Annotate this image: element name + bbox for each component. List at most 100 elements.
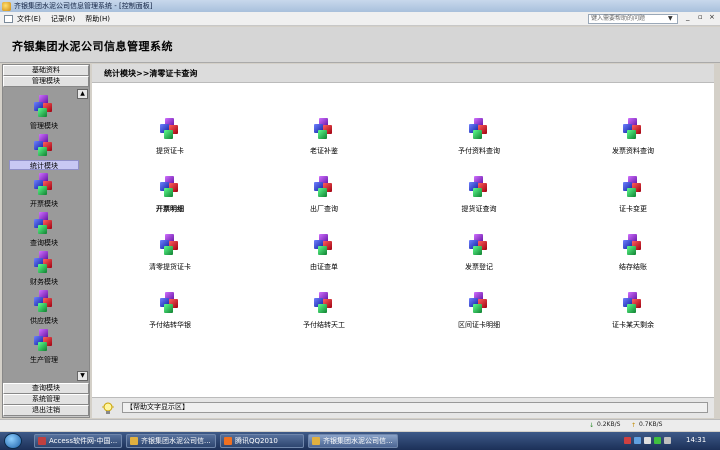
tray-icon[interactable] [634,437,641,444]
tray-icon[interactable] [644,437,651,444]
function-label: 证卡变更 [619,205,647,213]
function-icon [469,292,489,313]
nav-module-query[interactable]: 查询模块 [9,212,79,250]
function-label: 发票登记 [465,263,493,271]
function-icon [160,234,180,255]
function-icon [160,292,180,313]
download-speed: 0.2KB/S [597,421,621,428]
function-label: 开票明细 [156,205,184,213]
function-item[interactable]: 提货证查询 [419,176,539,218]
function-icon [469,176,489,197]
help-search-input[interactable]: 键入需要帮助的问题 [588,14,678,24]
nav-module-supply[interactable]: 供应模块 [9,290,79,328]
function-item[interactable]: 结存结账 [573,234,693,276]
help-bar: 【帮助文字显示区】 [92,397,714,418]
restore-button[interactable]: ▫ [698,13,703,21]
function-icon [160,176,180,197]
nav-basic-data[interactable]: 基础资料 [3,65,89,76]
function-icon [314,176,334,197]
upload-speed: 0.7KB/S [639,421,663,428]
task-qq[interactable]: 腾讯QQ2010 [220,434,304,448]
nav-module-management[interactable]: 管理模块 [9,95,79,133]
function-grid: 提货证卡 老证补鉴 予付资料查询 发票资料查询开票明细 出厂查询 提货证查询 证卡变更清零提… [92,84,714,394]
chevron-down-icon[interactable]: ▼ [668,15,673,22]
menu-bar: 文件(E) 记录(R) 帮助(H) 键入需要帮助的问题 ▼ _ ▫ × [0,12,720,26]
function-item[interactable]: 予付结转华银 [110,292,230,334]
nav-logout[interactable]: 退出注销 [3,405,89,416]
close-button[interactable]: × [709,13,715,21]
volume-icon[interactable] [664,437,671,444]
main-panel: 统计模块>>清零证卡查询 提货证卡 老证补鉴 予付资料查询 发票资料查询 开票明细 出厂查… [92,64,714,418]
function-icon [469,234,489,255]
menu-record[interactable]: 记录(R) [51,14,75,24]
function-label: 由证查单 [310,263,338,271]
function-item[interactable]: 老证补鉴 [264,118,384,160]
module-icon [33,329,55,351]
module-label: 生产管理 [30,356,58,364]
app-title: 齐银集团水泥公司信息管理系统 [12,40,173,53]
nav-management[interactable]: 管理模块 [3,76,89,87]
function-label: 发票资料查询 [612,147,654,155]
function-icon [623,234,643,255]
task-info-system-1[interactable]: 齐银集团水泥公司信... [126,434,216,448]
minimize-button[interactable]: _ [686,13,690,21]
module-icon [33,212,55,234]
function-item[interactable]: 提货证卡 [110,118,230,160]
function-item[interactable]: 予付结转天工 [264,292,384,334]
module-label: 管理模块 [30,122,58,130]
module-label: 财务模块 [30,278,58,286]
function-icon [314,234,334,255]
menu-help[interactable]: 帮助(H) [85,14,110,24]
help-text-area: 【帮助文字显示区】 [122,402,708,413]
function-icon [314,292,334,313]
nav-module-production[interactable]: 生产管理 [9,329,79,367]
function-item[interactable]: 予付资料查询 [419,118,539,160]
function-item[interactable]: 区间证卡明细 [419,292,539,334]
module-label: 开票模块 [30,200,58,208]
function-label: 提货证查询 [461,205,497,213]
task-access-forum[interactable]: Access软件网-中国... [34,434,122,448]
module-label: 统计模块 [9,160,79,170]
function-icon [623,176,643,197]
function-item[interactable]: 出厂查询 [264,176,384,218]
nav-module-finance[interactable]: 财务模块 [9,251,79,289]
function-label: 予付结转天工 [303,321,345,329]
function-label: 出厂查询 [310,205,338,213]
start-button[interactable] [4,433,22,449]
nav-query[interactable]: 查询模块 [3,383,89,394]
module-icon [33,173,55,195]
menu-file[interactable]: 文件(E) [17,14,41,24]
nav-module-statistics[interactable]: 统计模块 [9,134,79,172]
task-info-system-2[interactable]: 齐银集团水泥公司信... [308,434,398,448]
function-icon [160,118,180,139]
nav-module-invoicing[interactable]: 开票模块 [9,173,79,211]
function-item[interactable]: 证卡变更 [573,176,693,218]
module-icon [33,134,55,156]
app-header: 齐银集团水泥公司信息管理系统 [0,27,720,63]
scroll-down-button[interactable]: ▼ [77,371,88,381]
function-item[interactable]: 证卡某天剩余 [573,292,693,334]
function-icon [623,118,643,139]
status-strip: ↓ 0.2KB/S ↑ 0.7KB/S [0,419,720,431]
function-label: 区间证卡明细 [458,321,500,329]
function-item[interactable]: 清零提货证卡 [110,234,230,276]
document-icon[interactable] [4,14,13,23]
nav-system-management[interactable]: 系统管理 [3,394,89,405]
function-item[interactable]: 由证查单 [264,234,384,276]
function-item[interactable]: 开票明细 [110,176,230,218]
clock: 14:31 [686,436,707,444]
download-arrow-icon: ↓ [589,422,595,429]
title-bar: 齐银集团水泥公司信息管理系统 - [控制面板] [0,0,720,12]
tray-icon[interactable] [624,437,631,444]
function-item[interactable]: 发票资料查询 [573,118,693,160]
module-label: 查询模块 [30,239,58,247]
function-label: 予付资料查询 [458,147,500,155]
tray-icon[interactable] [654,437,661,444]
left-nav: 基础资料 管理模块 ▲ ▼ 管理模块 统计模块 开票模块 查询模块 财务模块 供… [2,64,90,418]
function-label: 清零提货证卡 [149,263,191,271]
taskbar: Access软件网-中国... 齐银集团水泥公司信... 腾讯QQ2010 齐银… [0,432,720,450]
module-icon [33,290,55,312]
function-label: 结存结账 [619,263,647,271]
function-item[interactable]: 发票登记 [419,234,539,276]
function-label: 老证补鉴 [310,147,338,155]
